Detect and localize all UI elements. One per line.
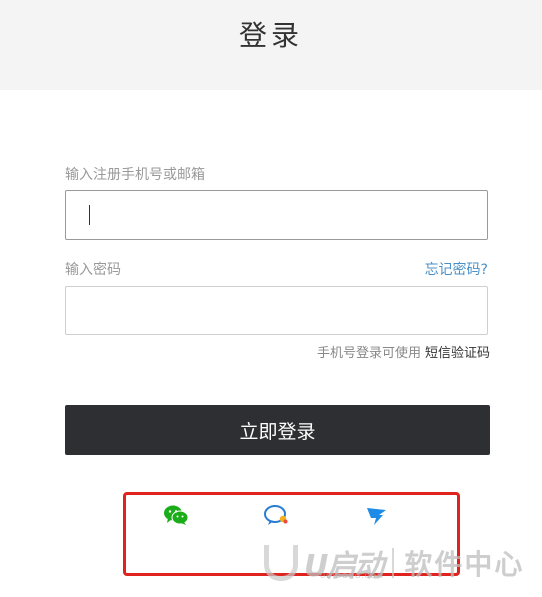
page-title: 登录: [238, 19, 303, 52]
password-input[interactable]: [65, 286, 488, 335]
watermark-separator: [392, 547, 395, 578]
watermark: U启动 UQIDONG.COM 软件中心: [264, 540, 524, 585]
watermark-logo: [264, 544, 298, 581]
password-label: 输入密码: [65, 262, 121, 278]
text-caret: [89, 205, 90, 225]
watermark-sub: UQIDONG.COM: [320, 572, 384, 580]
account-input[interactable]: [65, 190, 488, 240]
account-label: 输入注册手机号或邮箱: [65, 167, 205, 183]
wechat-icon[interactable]: [163, 504, 189, 526]
qq-icon[interactable]: [263, 504, 289, 526]
header-bar: 登录: [0, 0, 542, 90]
sms-hint-text: 手机号登录可使用: [316, 346, 421, 361]
login-button[interactable]: 立即登录: [65, 405, 490, 455]
sms-login-hint: 手机号登录可使用 短信验证码: [317, 342, 490, 361]
dingtalk-icon[interactable]: [364, 504, 390, 526]
watermark-text: 软件中心: [404, 547, 525, 581]
forgot-password-link[interactable]: 忘记密码?: [425, 259, 488, 279]
sms-code-link[interactable]: 短信验证码: [425, 346, 490, 361]
